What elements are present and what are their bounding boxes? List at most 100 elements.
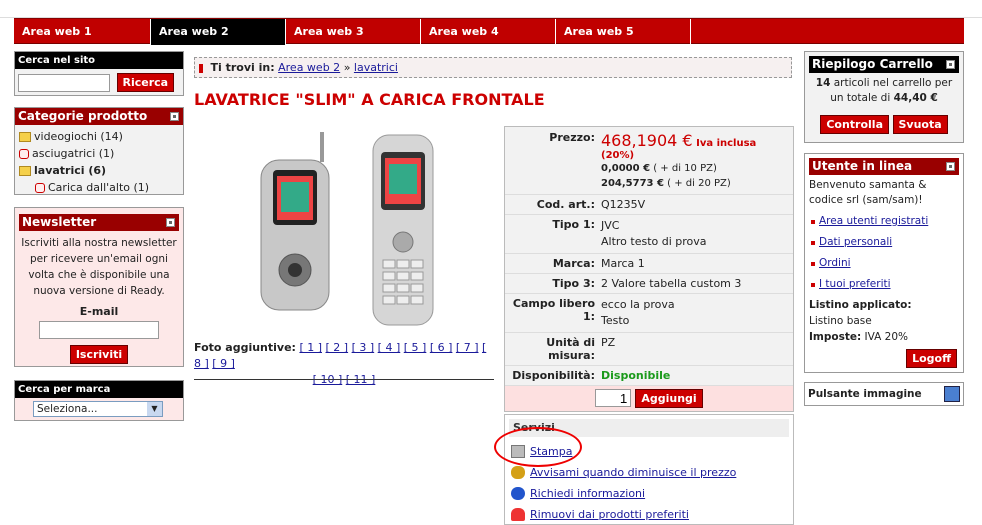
brand-label: Marca: [552,257,595,270]
welcome-text: Benvenuto samanta & codice srl (sam/sam)… [809,179,927,206]
cart-summary-text: 14 articoli nel carrello per un totale d… [815,77,953,104]
type1-label: Tipo 1: [552,218,595,231]
code-value: Q1235V [601,198,646,211]
minimize-icon[interactable] [166,218,175,227]
subscribe-button[interactable]: Iscriviti [69,345,129,364]
tier-price-1: 0,0000 € [601,163,651,174]
tier-price-2: 204,5773 € [601,178,664,189]
product-details-table: Prezzo: 468,1904 € Iva inclusa (20%) 0,0… [504,126,794,412]
document-icon [35,183,45,193]
free-field-label: Campo libero 1: [512,297,595,323]
category-subitem[interactable]: Carica dall'alto (1) [19,179,179,196]
photo-link[interactable]: [ 7 ] [456,341,479,354]
annotation-circle [494,427,582,467]
newsletter-title: Newsletter [19,214,179,231]
breadcrumb-separator: » [343,61,351,74]
divider [194,379,494,380]
categories-title: Categorie prodotto [15,108,183,125]
product-title: LAVATRICE "SLIM" A CARICA FRONTALE [194,90,545,109]
email-label: E-mail [79,305,119,318]
top-header-strip [0,0,982,18]
code-label: Cod. art.: [536,198,595,211]
search-input[interactable] [18,73,110,92]
bullet-icon [199,63,203,73]
search-box: Cerca nel sito Ricerca [14,51,184,96]
breadcrumb-link-category[interactable]: lavatrici [354,61,398,74]
search-box-title: Cerca nel sito [15,52,183,69]
money-bag-icon [511,466,525,479]
minimize-icon[interactable] [170,112,179,121]
minimize-icon[interactable] [946,162,955,171]
minimize-icon[interactable] [946,60,955,69]
brand-search-box: Cerca per marca Seleziona... ▼ [14,380,184,421]
categories-box: Categorie prodotto videogiochi (14) asci… [14,107,184,195]
orders-link[interactable]: Ordini [809,253,959,274]
price-label: Prezzo: [549,131,595,144]
breadcrumb-link-area[interactable]: Area web 2 [278,61,340,74]
unit-label: Unità di misura: [546,336,595,362]
heart-icon [511,508,525,521]
price-value: 468,1904 € [601,131,693,150]
folder-icon [19,166,31,176]
additional-photos: Foto aggiuntive: [ 1 ] [ 2 ] [ 3 ] [ 4 ]… [194,340,494,388]
additional-photos-label: Foto aggiuntive: [194,341,296,354]
quantity-input[interactable] [595,389,632,407]
main-nav-tabs: Area web 1 Area web 2 Area web 3 Area we… [14,18,964,45]
tab-area-web-2[interactable]: Area web 2 [151,19,286,45]
newsletter-box: Newsletter Iscriviti alla nostra newslet… [14,207,184,367]
brand-search-title: Cerca per marca [15,381,183,398]
tab-area-web-3[interactable]: Area web 3 [286,19,421,45]
image-button-box: Pulsante immagine [804,382,964,406]
photo-link[interactable]: [ 2 ] [326,341,349,354]
price-list-label: Listino applicato: [809,299,912,311]
newsletter-text: Iscriviti alla nostra newsletter per ric… [21,237,177,297]
photo-link[interactable]: [ 6 ] [430,341,453,354]
tab-area-web-4[interactable]: Area web 4 [421,19,556,45]
photo-link[interactable]: [ 4 ] [378,341,401,354]
document-icon [19,149,29,159]
logoff-button[interactable]: Logoff [906,349,957,368]
product-image[interactable] [255,130,435,330]
price-list-value: Listino base [809,315,872,327]
breadcrumb-prefix: Ti trovi in: [210,61,275,74]
availability-value: Disponibile [601,369,671,382]
tax-row: Imposte: IVA 20% [809,331,908,343]
user-online-box: Utente in linea Benvenuto samanta & codi… [804,153,964,373]
newsletter-email-input[interactable] [39,321,159,339]
personal-data-link[interactable]: Dati personali [809,232,959,253]
tab-area-web-5[interactable]: Area web 5 [556,19,691,45]
registered-area-link[interactable]: Area utenti registrati [809,211,959,232]
favorites-link[interactable]: I tuoi preferiti [809,274,959,295]
info-icon [511,487,525,500]
category-item[interactable]: videogiochi (14) [19,128,179,145]
request-info-link[interactable]: Richiedi informazioni [505,483,793,504]
empty-cart-button[interactable]: Svuota [892,115,948,134]
image-button-icon[interactable] [944,386,960,402]
remove-favorite-link[interactable]: Rimuovi dai prodotti preferiti [505,504,793,525]
photo-link[interactable]: [ 1 ] [299,341,322,354]
price-vat-note: Iva inclusa [696,138,757,149]
image-button-label: Pulsante immagine [808,388,922,400]
user-online-title: Utente in linea [809,158,959,175]
availability-label: Disponibilità: [512,369,595,382]
add-to-cart-button[interactable]: Aggiungi [635,389,703,408]
search-button[interactable]: Ricerca [116,73,175,92]
photo-link[interactable]: [ 5 ] [404,341,427,354]
type3-value: 2 Valore tabella custom 3 [601,277,742,290]
photo-link[interactable]: [ 3 ] [352,341,375,354]
cart-summary-box: Riepilogo Carrello 14 articoli nel carre… [804,51,964,143]
brand-value: Marca 1 [601,257,645,270]
chevron-down-icon: ▼ [147,402,162,416]
check-cart-button[interactable]: Controlla [820,115,889,134]
folder-icon [19,132,31,142]
price-vat-percent: (20%) [601,150,635,161]
category-item-selected[interactable]: lavatrici (6) [19,162,179,179]
category-item[interactable]: asciugatrici (1) [19,145,179,162]
unit-value: PZ [601,336,616,349]
brand-select[interactable]: Seleziona... ▼ [33,401,163,417]
cart-title: Riepilogo Carrello [809,56,959,73]
breadcrumb: Ti trovi in: Area web 2 » lavatrici [194,57,792,78]
type3-label: Tipo 3: [552,277,595,290]
photo-link[interactable]: [ 9 ] [212,357,235,370]
tab-area-web-1[interactable]: Area web 1 [14,19,151,45]
